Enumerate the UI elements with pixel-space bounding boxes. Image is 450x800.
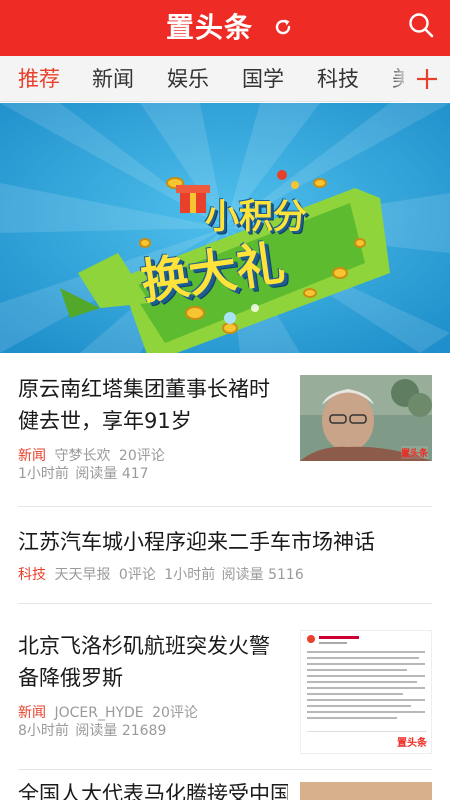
news-thumbnail[interactable] [300, 782, 432, 800]
category-tabs: 推荐 新闻 娱乐 国学 科技 美 [0, 56, 450, 102]
news-source: 天天早报 [54, 567, 111, 583]
news-time: 1小时前 [18, 466, 69, 482]
news-comments: 20评论 [152, 705, 198, 721]
thumbnail-watermark: 置头条 [397, 738, 427, 749]
news-item[interactable]: 北京飞洛杉矶航班突发火警备降俄罗斯 新闻 JOCER_HYDE 20评论 8小时… [18, 630, 432, 770]
news-reads: 阅读量 417 [75, 466, 149, 482]
news-category: 新闻 [18, 705, 46, 721]
news-reads: 阅读量 21689 [75, 723, 167, 739]
news-source: 守梦长欢 [54, 448, 111, 464]
news-meta-2: 1小时前 阅读量 417 [18, 465, 432, 483]
news-comments: 0评论 [118, 567, 156, 583]
tab-sinology[interactable]: 国学 [242, 56, 284, 101]
news-category: 新闻 [18, 448, 46, 464]
news-item[interactable]: 江苏汽车城小程序迎来二手车市场神话 科技 天天早报 0评论 1小时前 阅读量 5… [18, 526, 432, 604]
search-icon[interactable] [406, 10, 436, 40]
promo-banner[interactable]: 小积分 换大礼 [0, 103, 450, 353]
news-comments: 20评论 [118, 448, 165, 464]
app-logo: 置头条 [166, 11, 254, 44]
tab-recommend[interactable]: 推荐 [18, 56, 60, 101]
add-tab-button[interactable] [404, 56, 450, 102]
tab-news[interactable]: 新闻 [92, 56, 134, 101]
refresh-icon[interactable] [272, 16, 294, 38]
news-time: 1小时前 [164, 567, 216, 583]
news-item[interactable]: 原云南红塔集团董事长褚时健去世，享年91岁 新闻 守梦长欢 20评论 1小时前 … [18, 373, 432, 507]
news-title[interactable]: 原云南红塔集团董事长褚时健去世，享年91岁 [18, 373, 286, 437]
plus-icon [417, 69, 437, 89]
thumbnail-watermark: 置头条 [400, 446, 428, 459]
news-category: 科技 [18, 567, 46, 583]
app-header: 置头条 [0, 0, 450, 56]
news-title[interactable]: 全国人大代表马化腾接受中国 [18, 778, 288, 800]
news-time: 8小时前 [18, 723, 69, 739]
news-title[interactable]: 北京飞洛杉矶航班突发火警备降俄罗斯 [18, 630, 288, 694]
tab-entertainment[interactable]: 娱乐 [167, 56, 209, 101]
news-source: JOCER_HYDE [54, 705, 144, 721]
news-thumbnail[interactable]: 置头条 [300, 375, 432, 461]
news-meta: 科技 天天早报 0评论 1小时前 阅读量 5116 [18, 566, 432, 584]
news-title[interactable]: 江苏汽车城小程序迎来二手车市场神话 [18, 526, 432, 558]
news-item[interactable]: 全国人大代表马化腾接受中国 [18, 778, 432, 800]
tab-technology[interactable]: 科技 [317, 56, 359, 101]
news-reads: 阅读量 5116 [221, 567, 304, 583]
news-thumbnail[interactable]: 置头条 [300, 630, 432, 754]
